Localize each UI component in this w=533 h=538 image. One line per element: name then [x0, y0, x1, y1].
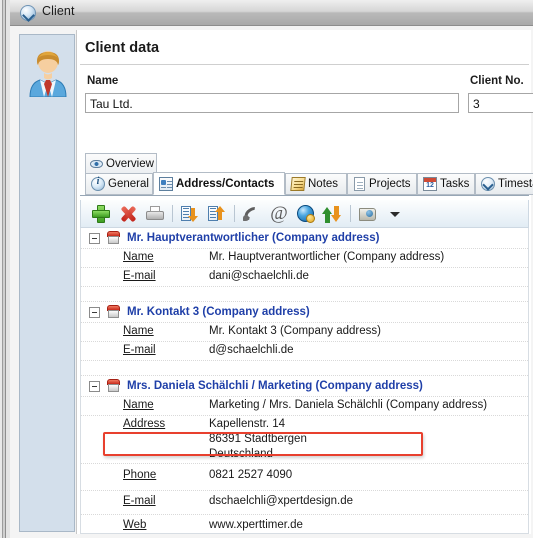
table-row-address[interactable]: Address Kapellenstr. 14 86391 Stadtberge… [81, 416, 528, 464]
caret-down-icon[interactable] [383, 202, 407, 226]
notes-icon [290, 177, 306, 191]
list-arrow-down-icon[interactable] [178, 202, 202, 226]
collapse-expander-icon[interactable] [89, 380, 100, 392]
client-no-input[interactable]: 3 [468, 93, 533, 113]
globe-icon[interactable] [294, 202, 318, 226]
tab-projects-label: Projects [369, 178, 411, 190]
address-box-icon [106, 231, 121, 245]
window-body: Client data Name Tau Ltd. Client No. 3 O… [10, 26, 533, 538]
table-row[interactable]: Web www.xperttimer.de [81, 515, 528, 533]
tab-projects[interactable]: Projects [347, 173, 417, 195]
row-label[interactable]: Web [81, 518, 209, 533]
row-label[interactable]: E-mail [81, 343, 209, 358]
row-value: dani@schaelchli.de [209, 270, 309, 282]
table-row[interactable]: Name Marketing / Mrs. Daniela Schälchli … [81, 397, 528, 416]
table-row[interactable]: Name Mr. Kontakt 3 (Company address) [81, 323, 528, 342]
row-value: www.xperttimer.de [209, 519, 303, 531]
row-label[interactable]: Name [81, 398, 209, 413]
contact-group-title: Mr. Hauptverantwortlicher (Company addre… [127, 232, 380, 244]
title-divider [80, 64, 529, 65]
window-titlebar: Client [10, 0, 533, 26]
toolbar-separator-1 [172, 205, 173, 222]
tab-timestamps-label: Timestamps [498, 178, 533, 190]
toolbar-separator-3 [350, 205, 351, 222]
tab-overview[interactable]: Overview [85, 153, 157, 173]
eye-icon [90, 157, 103, 170]
tab-general[interactable]: General [85, 173, 153, 195]
contact-group-title: Mrs. Daniela Schälchli / Marketing (Comp… [127, 380, 423, 392]
contact-group-title: Mr. Kontakt 3 (Company address) [127, 306, 310, 318]
client-avatar-panel [19, 34, 79, 532]
group-spacer [81, 361, 528, 376]
table-row[interactable]: Name Mr. Hauptverantwortlicher (Company … [81, 249, 528, 268]
client-data-panel: Client data Name Tau Ltd. Client No. 3 O… [76, 30, 533, 534]
list-arrow-up-icon[interactable] [205, 202, 229, 226]
tab-overview-label: Overview [106, 157, 154, 170]
import-export-arrows-icon[interactable] [321, 202, 345, 226]
row-value: Marketing / Mrs. Daniela Schälchli (Comp… [209, 399, 488, 411]
plus-icon[interactable] [89, 202, 113, 226]
contact-group: Mrs. Daniela Schälchli / Marketing (Comp… [81, 376, 528, 533]
row-value: 0821 2527 4090 [209, 469, 293, 481]
tab-notes-label: Notes [308, 178, 339, 190]
name-label: Name [87, 75, 119, 87]
tab-tasks[interactable]: Tasks [417, 173, 475, 195]
calendar-icon [423, 177, 437, 191]
row-value: Kapellenstr. 14 86391 Stadtbergen Deutsc… [209, 418, 307, 460]
row-value: Mr. Kontakt 3 (Company address) [209, 325, 381, 337]
tab-address-contacts-label: Address/Contacts [176, 177, 275, 190]
collapse-expander-icon[interactable] [89, 232, 100, 244]
tab-address-contacts[interactable]: Address/Contacts [153, 172, 285, 195]
name-input[interactable]: Tau Ltd. [85, 93, 459, 113]
table-row[interactable]: E-mail dani@schaelchli.de [81, 268, 528, 287]
contacts-list[interactable]: Mr. Hauptverantwortlicher (Company addre… [80, 228, 529, 534]
table-row[interactable]: E-mail d@schaelchli.de [81, 342, 528, 361]
document-icon [354, 177, 365, 191]
row-label[interactable]: E-mail [81, 494, 209, 509]
chevron-down-circle-icon[interactable] [20, 5, 36, 21]
window-title: Client [42, 4, 75, 18]
phone-icon[interactable] [240, 202, 264, 226]
client-no-label: Client No. [470, 75, 524, 87]
contacts-toolbar [80, 200, 529, 228]
contact-group-header[interactable]: Mr. Kontakt 3 (Company address) [81, 302, 528, 323]
red-x-icon[interactable] [116, 202, 140, 226]
collapse-expander-icon[interactable] [89, 306, 100, 318]
tab-general-label: General [108, 178, 149, 190]
row-value: Mr. Hauptverantwortlicher (Company addre… [209, 251, 445, 263]
table-row[interactable]: E-mail dschaelchli@xpertdesign.de [81, 491, 528, 515]
printer-icon[interactable] [143, 202, 167, 226]
contact-card-icon [159, 176, 173, 191]
row-label[interactable]: E-mail [81, 269, 209, 284]
info-icon [91, 176, 105, 191]
address-box-icon [106, 305, 121, 319]
group-spacer [81, 287, 528, 302]
row-value: d@schaelchli.de [209, 344, 294, 356]
address-book-icon[interactable] [356, 202, 380, 226]
window-left-chrome [0, 0, 10, 538]
tab-notes[interactable]: Notes [285, 173, 347, 195]
row-label[interactable]: Address [81, 417, 209, 432]
address-box-icon [106, 379, 121, 393]
tab-timestamps[interactable]: Timestamps [475, 173, 533, 195]
contact-group: Mr. Kontakt 3 (Company address) Name Mr.… [81, 302, 528, 361]
row-label[interactable]: Name [81, 324, 209, 339]
contact-group-header[interactable]: Mr. Hauptverantwortlicher (Company addre… [81, 228, 528, 249]
row-value: dschaelchli@xpertdesign.de [209, 495, 354, 507]
contact-group-header[interactable]: Mrs. Daniela Schälchli / Marketing (Comp… [81, 376, 528, 397]
row-label[interactable]: Name [81, 250, 209, 265]
table-row-phone[interactable]: Phone 0821 2527 4090 [81, 464, 528, 491]
row-label[interactable]: Phone [81, 468, 209, 483]
contact-group: Mr. Hauptverantwortlicher (Company addre… [81, 228, 528, 287]
tabstrip: General Address/Contacts Notes Projects … [80, 172, 533, 196]
at-sign-icon[interactable] [267, 202, 291, 226]
avatar [29, 51, 67, 97]
page-title: Client data [85, 40, 160, 56]
tab-tasks-label: Tasks [440, 178, 470, 190]
toolbar-separator-2 [234, 205, 235, 222]
clock-icon [481, 177, 495, 191]
client-window: Client Client data Name Tau Ltd. Client … [0, 0, 533, 538]
